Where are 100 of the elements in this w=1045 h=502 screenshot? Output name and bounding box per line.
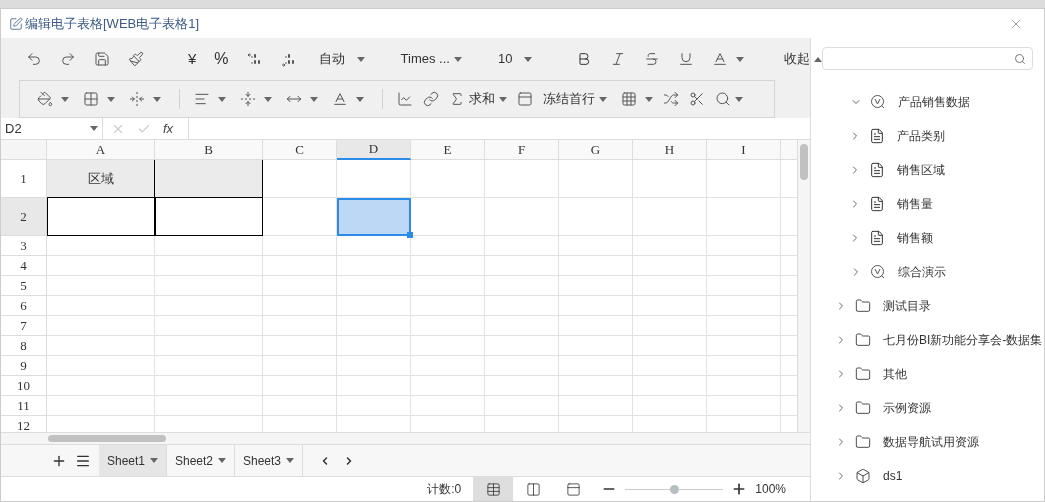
column-header[interactable]: B (155, 140, 263, 160)
tree-item[interactable]: 产品销售数据 (898, 93, 970, 111)
zoom-slider[interactable] (625, 484, 724, 494)
sheet-tab[interactable]: Sheet1 (99, 445, 167, 476)
tree-item[interactable]: ds1 (883, 467, 903, 485)
tree-item[interactable]: 产品类别 (897, 127, 945, 145)
caret-icon[interactable] (814, 56, 823, 62)
caret-icon[interactable] (735, 96, 743, 102)
scrollbar-thumb[interactable] (800, 144, 808, 180)
fill-handle[interactable] (407, 232, 413, 238)
caret-icon[interactable] (107, 96, 115, 102)
view-button[interactable] (473, 477, 514, 501)
corner-cell[interactable] (1, 140, 47, 160)
tree-item[interactable]: 综合演示 (898, 263, 946, 281)
column-header[interactable]: H (633, 140, 707, 160)
freeze-button[interactable]: 冻结首行 (543, 89, 595, 109)
tree-item[interactable]: 七月份BI新功能分享会-数据集 (883, 331, 1043, 349)
scrollbar-thumb[interactable] (48, 435, 166, 442)
tree-item[interactable]: 示例资源 (883, 399, 931, 417)
font-dropdown[interactable]: Times ... (400, 49, 450, 69)
dataset-icon (870, 264, 886, 280)
tree-item[interactable]: 销售额 (897, 229, 933, 247)
row-header[interactable]: 4 (1, 256, 47, 276)
row-header[interactable]: 2 (1, 198, 47, 236)
freeze-icon[interactable] (517, 91, 533, 107)
row-header[interactable]: 7 (1, 316, 47, 336)
caret-icon[interactable] (310, 96, 318, 102)
column-header[interactable]: G (559, 140, 633, 160)
caret-icon[interactable] (150, 458, 158, 463)
text-direction-icon[interactable] (332, 91, 348, 107)
caret-icon[interactable] (599, 96, 607, 102)
caret-icon[interactable] (356, 56, 365, 62)
cell-reference-field[interactable]: D2 (1, 118, 103, 139)
number-format-dropdown[interactable]: 自动 (318, 49, 345, 69)
column-header[interactable]: D (337, 140, 411, 160)
align-left-icon[interactable] (194, 91, 210, 107)
caret-icon[interactable] (524, 56, 533, 62)
save-icon[interactable] (94, 51, 110, 67)
fill-color-icon[interactable] (37, 91, 53, 107)
caret-icon[interactable] (453, 56, 462, 62)
shuffle-icon[interactable] (663, 91, 679, 107)
collapse-button[interactable]: 收起 (784, 49, 811, 69)
format-painter-icon[interactable] (128, 51, 144, 67)
tree-item[interactable]: 其他 (883, 365, 907, 383)
slider-thumb[interactable] (670, 484, 680, 494)
row-header[interactable]: 10 (1, 376, 47, 396)
decimal-increase-icon[interactable] (246, 51, 263, 67)
row-header[interactable]: 9 (1, 356, 47, 376)
row-header[interactable]: 5 (1, 276, 47, 296)
caret-icon[interactable] (264, 96, 272, 102)
underline-icon[interactable] (678, 51, 695, 67)
tree-item[interactable]: 数据导航试用资源 (883, 433, 979, 451)
decimal-decrease-icon[interactable] (280, 51, 297, 67)
redo-icon[interactable] (60, 51, 76, 67)
caret-icon[interactable] (90, 126, 98, 131)
caret-icon[interactable] (61, 96, 69, 102)
caret-icon[interactable] (153, 96, 161, 102)
percent-button[interactable]: % (214, 47, 229, 71)
caret-icon[interactable] (218, 96, 226, 102)
font-size-dropdown[interactable]: 10 (497, 49, 513, 69)
column-header[interactable]: C (263, 140, 337, 160)
horizontal-scrollbar[interactable] (1, 432, 810, 444)
search-icon[interactable] (1014, 52, 1026, 65)
vertical-scrollbar[interactable] (797, 140, 810, 432)
row-header[interactable]: 1 (1, 160, 47, 198)
strikethrough-icon[interactable] (644, 51, 661, 67)
sum-icon[interactable] (449, 91, 465, 107)
column-header[interactable]: F (485, 140, 559, 160)
currency-button[interactable]: ¥ (188, 47, 197, 71)
caret-icon[interactable] (499, 96, 507, 102)
row-header[interactable]: 8 (1, 336, 47, 356)
pattern-icon[interactable] (621, 91, 637, 107)
font-color-icon[interactable] (712, 51, 729, 67)
search-icon[interactable] (715, 91, 731, 107)
caret-icon[interactable] (356, 96, 364, 102)
sum-button[interactable]: 求和 (469, 89, 495, 109)
caret-icon[interactable] (736, 56, 745, 62)
window-title: 编辑电子表格[WEB电子表格1] (25, 14, 200, 33)
column-header[interactable]: A (47, 140, 155, 160)
chart-icon[interactable] (397, 91, 413, 107)
merge-cells-icon[interactable] (129, 91, 145, 107)
undo-icon[interactable] (26, 51, 42, 67)
tree-item[interactable]: 测试目录 (883, 297, 931, 315)
tree-item[interactable]: 销售区域 (897, 161, 945, 179)
column-header[interactable]: I (707, 140, 781, 160)
search-field[interactable] (822, 47, 1033, 70)
scissors-icon[interactable] (689, 91, 705, 107)
column-header[interactable]: E (411, 140, 485, 160)
function-button[interactable]: fx (163, 118, 174, 139)
tree-item[interactable]: 销售量 (897, 195, 933, 213)
link-icon[interactable] (423, 91, 439, 107)
row-header[interactable]: 3 (1, 236, 47, 256)
caret-icon[interactable] (218, 458, 226, 463)
row-header[interactable]: 6 (1, 296, 47, 316)
borders-icon[interactable] (83, 91, 99, 107)
vertical-align-icon[interactable] (240, 91, 256, 107)
caret-icon[interactable] (645, 96, 653, 102)
caret-icon[interactable] (286, 458, 294, 463)
row-header[interactable]: 11 (1, 396, 47, 416)
table-icon (869, 162, 885, 178)
